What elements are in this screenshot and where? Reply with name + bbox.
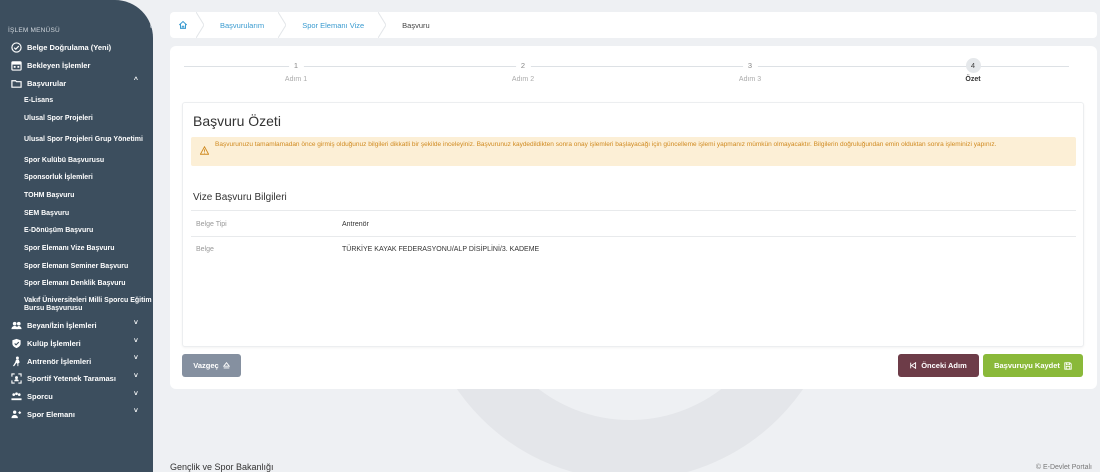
step-label: Adım 2 <box>511 76 535 83</box>
sidebar-item-bekleyen-islemler[interactable]: Bekleyen İşlemler <box>0 57 153 75</box>
staff-icon <box>11 409 22 420</box>
divider <box>191 236 1076 237</box>
section-title: Vize Başvuru Bilgileri <box>193 192 287 203</box>
folder-icon <box>11 78 22 89</box>
chevron-down-icon: ˅ <box>133 408 138 416</box>
eject-icon <box>222 362 230 369</box>
breadcrumb: Başvurularım Spor Elemanı Vize Başvuru <box>170 12 1097 38</box>
step-number: 1 <box>288 58 304 73</box>
warning-alert: Başvurunuzu tamamlamadan önce girmiş old… <box>191 137 1076 166</box>
sidebar-item-spor-elemani[interactable]: Spor Elemanı ˅ <box>0 405 153 423</box>
step-4[interactable]: 4 Özet <box>943 58 1003 83</box>
sidebar-subitem-ulusal-spor-projeleri[interactable]: Ulusal Spor Projeleri <box>0 110 153 128</box>
menu-title: İŞLEM MENÜSÜ <box>8 27 60 34</box>
sidebar-item-basvurular[interactable]: Başvurular ^ <box>0 74 153 92</box>
arrow-left-icon <box>910 362 917 369</box>
field-value-belge-tipi: Antrenör <box>342 221 369 228</box>
breadcrumb-separator <box>196 12 204 38</box>
scan-icon <box>11 373 22 384</box>
sidebar-item-label: Antrenör İşlemleri <box>27 356 92 366</box>
chevron-down-icon: ˅ <box>133 373 138 380</box>
cancel-button-label: Vazgeç <box>193 361 219 370</box>
step-number: 4 <box>965 58 981 73</box>
warning-icon <box>200 146 209 155</box>
save-application-label: Başvuruyu Kaydet <box>994 361 1060 370</box>
step-3[interactable]: 3 Adım 3 <box>720 58 780 83</box>
divider <box>191 210 1076 211</box>
breadcrumb-item-spor-elemani-vize[interactable]: Spor Elemanı Vize <box>286 12 378 38</box>
sidebar-item-belge-dogrulama[interactable]: Belge Doğrulama (Yeni) <box>0 39 153 57</box>
step-label: Adım 3 <box>738 76 762 83</box>
sidebar-item-beyan-izin[interactable]: Beyan/İzin İşlemleri ˅ <box>0 317 153 335</box>
sidebar-subitem-sem[interactable]: SEM Başvuru <box>0 205 153 223</box>
check-circle-icon <box>11 42 22 54</box>
breadcrumb-separator <box>378 12 387 38</box>
cancel-button[interactable]: Vazgeç <box>182 354 241 377</box>
sidebar-subitem-tohm[interactable]: TOHM Başvuru <box>0 187 153 205</box>
footer-ministry: Gençlik ve Spor Bakanlığı <box>170 462 274 472</box>
athletes-icon <box>11 391 22 402</box>
sidebar-item-label: Başvurular <box>27 78 67 88</box>
sidebar-item-label: Sportif Yetenek Taraması <box>27 374 116 384</box>
field-value-belge: TÜRKİYE KAYAK FEDERASYONU/ALP DİSİPLİNİ/… <box>342 246 540 253</box>
sidebar-subitem-e-lisans[interactable]: E-Lisans <box>0 92 153 110</box>
users-icon <box>11 320 22 331</box>
shield-icon <box>11 338 22 349</box>
previous-step-label: Önceki Adım <box>921 361 967 370</box>
step-2[interactable]: 2 Adım 2 <box>493 58 553 83</box>
sidebar-item-label: Bekleyen İşlemler <box>27 61 91 71</box>
chevron-down-icon: ˅ <box>133 319 138 327</box>
sidebar-item-antrenor-islemleri[interactable]: Antrenör İşlemleri ˅ <box>0 352 153 370</box>
breadcrumb-item-basvuru: Başvuru <box>402 20 430 30</box>
coach-icon <box>11 356 22 367</box>
step-label: Özet <box>965 76 981 83</box>
previous-step-button[interactable]: Önceki Adım <box>898 354 979 377</box>
sidebar-item-sporcu[interactable]: Sporcu ˅ <box>0 388 153 406</box>
chevron-down-icon: ˅ <box>133 390 138 398</box>
breadcrumb-separator <box>278 12 287 38</box>
field-label-belge: Belge <box>196 246 214 253</box>
sidebar-item-kulup-islemleri[interactable]: Kulüp İşlemleri ˅ <box>0 335 153 353</box>
save-application-button[interactable]: Başvuruyu Kaydet <box>983 354 1083 377</box>
footer-copyright: © E-Devlet Portalı <box>1035 464 1092 471</box>
sidebar-item-label: Beyan/İzin İşlemleri <box>27 321 97 331</box>
sidebar-item-sportif-yetenek[interactable]: Sportif Yetenek Taraması ˅ <box>0 370 153 388</box>
step-1[interactable]: 1 Adım 1 <box>266 58 326 83</box>
wizard-card: 1 Adım 1 2 Adım 2 3 Adım 3 4 Özet Başvur… <box>170 46 1097 389</box>
sidebar-subitem-sponsorluk[interactable]: Sponsorluk İşlemleri <box>0 169 153 187</box>
wizard-steps: 1 Adım 1 2 Adım 2 3 Adım 3 4 Özet <box>184 58 1084 98</box>
sidebar-subitem-spor-elemani-denklik[interactable]: Spor Elemanı Denklik Başvuru <box>0 275 153 293</box>
sidebar-subitem-spor-kulubu[interactable]: Spor Kulübü Başvurusu <box>0 151 153 169</box>
save-icon <box>1064 361 1072 370</box>
sidebar-subitem-spor-elemani-vize[interactable]: Spor Elemanı Vize Başvuru <box>0 240 153 258</box>
sidebar-item-label: Spor Elemanı <box>27 409 75 419</box>
breadcrumb-item-basvurularim[interactable]: Başvurularım <box>204 12 278 38</box>
sidebar-scrollbar[interactable] <box>150 8 153 28</box>
sidebar-item-label: Sporcu <box>27 392 53 402</box>
sidebar-subitem-vakif-universiteleri[interactable]: Vakıf Üniversiteleri Milli Sporcu Eğitim… <box>0 293 153 317</box>
field-label-belge-tipi: Belge Tipi <box>196 221 227 228</box>
step-number: 3 <box>742 58 758 73</box>
step-label: Adım 1 <box>284 76 308 83</box>
summary-panel: Başvuru Özeti Başvurunuzu tamamlamadan ö… <box>182 102 1084 347</box>
home-icon[interactable] <box>170 20 196 30</box>
sidebar-subitem-spor-elemani-seminer[interactable]: Spor Elemanı Seminer Başvuru <box>0 258 153 276</box>
sidebar: İŞLEM MENÜSÜ Belge Doğrulama (Yeni) Bekl… <box>0 0 153 472</box>
chevron-down-icon: ˅ <box>133 355 138 363</box>
sidebar-subitem-e-donusum[interactable]: E-Dönüşüm Başvuru <box>0 222 153 240</box>
sidebar-menu: Belge Doğrulama (Yeni) Bekleyen İşlemler… <box>0 39 153 423</box>
warning-text: Başvurunuzu tamamlamadan önce girmiş old… <box>215 141 997 148</box>
sidebar-item-label: Belge Doğrulama (Yeni) <box>27 43 112 53</box>
calendar-icon <box>11 60 22 71</box>
chevron-down-icon: ˅ <box>133 337 138 345</box>
sidebar-item-label: Kulüp İşlemleri <box>27 338 81 348</box>
step-number: 2 <box>515 58 531 73</box>
summary-title: Başvuru Özeti <box>193 113 281 129</box>
sidebar-subitem-ulusal-spor-projeleri-grup[interactable]: Ulusal Spor Projeleri Grup Yönetimi <box>0 127 153 151</box>
chevron-up-icon: ^ <box>133 77 138 85</box>
